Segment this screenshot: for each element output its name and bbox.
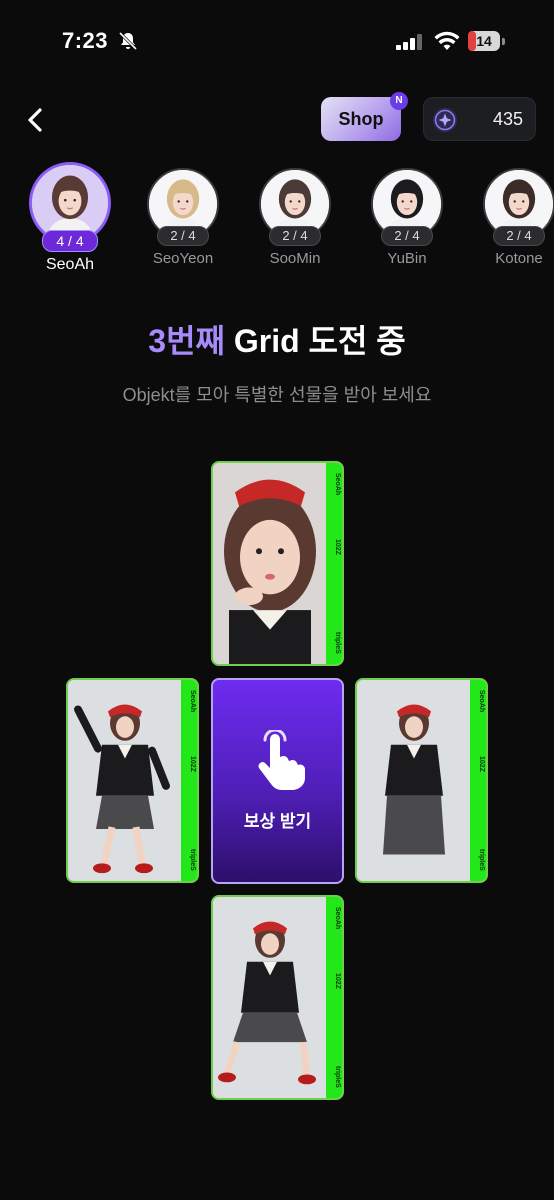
shop-button[interactable]: Shop xyxy=(321,97,401,141)
member-progress-count: 2 / 4 xyxy=(493,226,545,246)
back-chevron-icon[interactable] xyxy=(24,106,48,134)
tap-hand-icon xyxy=(258,730,305,790)
challenge-subtitle: Objekt를 모아 특별한 선물을 받아 보세요 xyxy=(122,385,432,405)
challenge-title-rest: Grid 도전 중 xyxy=(233,323,406,359)
member-name: SooMin xyxy=(269,250,321,267)
member-progress-count: 4 / 4 xyxy=(42,230,98,252)
challenge-title-accent: 3번째 xyxy=(148,323,225,359)
objekt-member-label: SeoAh xyxy=(334,473,341,496)
points-value: 435 xyxy=(492,109,523,129)
battery-level: 14 xyxy=(476,33,492,49)
objekt-card-left[interactable]: SeoAh 102Z tripleS xyxy=(66,678,199,883)
objekt-coin-icon xyxy=(433,108,457,132)
objekt-photo xyxy=(357,680,471,881)
objekt-member-label: SeoAh xyxy=(189,690,196,713)
objekt-member-label: SeoAh xyxy=(478,690,485,713)
objekt-card-bottom[interactable]: SeoAh 102Z tripleS xyxy=(211,895,344,1100)
objekt-member-label: SeoAh xyxy=(334,907,341,930)
claim-reward-button[interactable]: 보상 받기 xyxy=(211,678,344,884)
objekt-card-right[interactable]: SeoAh 102Z tripleS xyxy=(355,678,488,883)
member-seoyeon[interactable]: 2 / 4 SeoYeon xyxy=(141,168,225,267)
member-progress-count: 2 / 4 xyxy=(157,226,209,246)
objekt-photo xyxy=(68,680,182,881)
objekt-card-strip: SeoAh 102Z tripleS xyxy=(470,680,486,881)
status-time: 7:23 xyxy=(62,28,109,53)
objekt-brand-label: tripleS xyxy=(478,849,485,871)
member-name: SeoAh xyxy=(45,256,95,273)
signal-icon xyxy=(396,34,422,50)
objekt-photo xyxy=(213,897,327,1098)
member-soomin[interactable]: 2 / 4 SooMin xyxy=(253,168,337,267)
objekt-brand-label: tripleS xyxy=(189,849,196,871)
objekt-card-top[interactable]: SeoAh 102Z tripleS xyxy=(211,461,344,666)
member-kotone[interactable]: 2 / 4 Kotone xyxy=(477,168,554,267)
wifi-icon xyxy=(434,31,460,50)
objekt-serial-label: 102Z xyxy=(334,539,341,555)
objekt-card-strip: SeoAh 102Z tripleS xyxy=(326,463,342,664)
member-name: Kotone xyxy=(495,250,543,267)
shop-new-badge: N xyxy=(390,92,408,110)
objekt-serial-label: 102Z xyxy=(478,756,485,772)
member-name: SeoYeon xyxy=(152,250,214,267)
member-progress-count: 2 / 4 xyxy=(269,226,321,246)
objekt-photo xyxy=(213,463,327,664)
member-seoah[interactable]: 4 / 4 SeoAh xyxy=(28,162,112,274)
objekt-card-strip: SeoAh 102Z tripleS xyxy=(181,680,197,881)
bell-muted-icon xyxy=(118,31,138,51)
points-balance[interactable]: 435 xyxy=(423,97,536,141)
member-yubin[interactable]: 2 / 4 YuBin xyxy=(365,168,449,267)
member-progress-count: 2 / 4 xyxy=(381,226,433,246)
member-name: YuBin xyxy=(387,250,427,267)
objekt-card-strip: SeoAh 102Z tripleS xyxy=(326,897,342,1098)
objekt-serial-label: 102Z xyxy=(334,973,341,989)
objekt-brand-label: tripleS xyxy=(334,632,341,654)
objekt-brand-label: tripleS xyxy=(334,1066,341,1088)
claim-reward-label: 보상 받기 xyxy=(243,812,312,831)
challenge-title: 3번째 Grid 도전 중 xyxy=(0,316,554,362)
battery-indicator: 14 xyxy=(468,31,506,51)
objekt-serial-label: 102Z xyxy=(189,756,196,772)
